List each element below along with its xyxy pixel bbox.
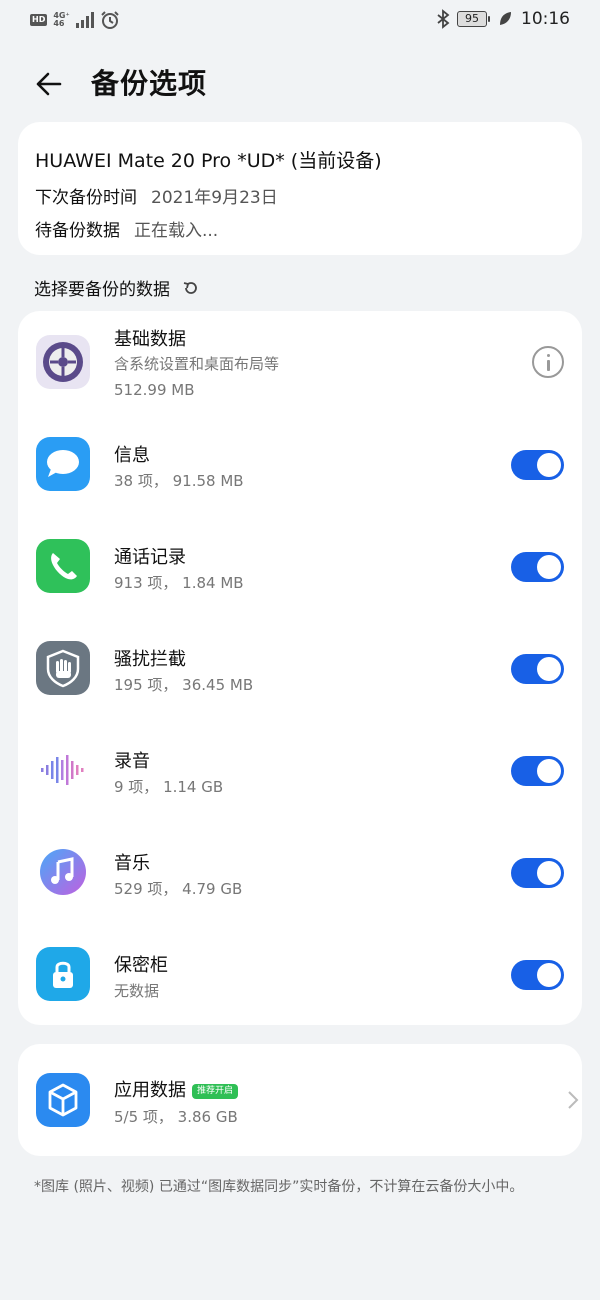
refresh-icon[interactable] bbox=[182, 279, 200, 297]
app-data-count-size: 5/5 项， 3.86 GB bbox=[114, 1108, 238, 1126]
item-title: 保密柜 bbox=[114, 955, 168, 976]
harassment-block-toggle[interactable] bbox=[511, 654, 564, 684]
item-description: 含系统设置和桌面布局等 bbox=[114, 355, 280, 373]
item-size: 512.99 MB bbox=[114, 381, 195, 399]
toggle-knob bbox=[537, 453, 561, 477]
alarm-icon bbox=[100, 11, 119, 29]
signal-icon bbox=[75, 12, 94, 28]
list-item-call-log[interactable]: 通话记录 913 项， 1.84 MB bbox=[18, 515, 582, 617]
app-data-item[interactable]: 应用数据 推荐开启 5/5 项， 3.86 GB bbox=[18, 1044, 582, 1156]
device-name: HUAWEI Mate 20 Pro *UD* (当前设备) bbox=[35, 150, 382, 172]
footnote: *图库 (照片、视频) 已通过“图库数据同步”实时备份，不计算在云备份大小中。 bbox=[34, 1179, 524, 1195]
item-title: 信息 bbox=[114, 445, 150, 466]
network-sub: 46 bbox=[53, 19, 65, 28]
toggle-knob bbox=[537, 759, 561, 783]
battery-indicator: 95 bbox=[457, 11, 490, 27]
cube-icon bbox=[36, 1073, 90, 1127]
lock-icon bbox=[36, 947, 90, 1001]
item-count-size: 913 项， 1.84 MB bbox=[114, 574, 244, 592]
toggle-knob bbox=[537, 555, 561, 579]
recordings-toggle[interactable] bbox=[511, 756, 564, 786]
section-title-text: 选择要备份的数据 bbox=[34, 280, 170, 300]
item-title: 基础数据 bbox=[114, 329, 186, 350]
toggle-knob bbox=[537, 657, 561, 681]
item-count-size: 529 项， 4.79 GB bbox=[114, 880, 243, 898]
settings-gear-icon bbox=[36, 335, 90, 389]
backup-data-list: 基础数据 含系统设置和桌面布局等 512.99 MB 信息 38 项， 91.5… bbox=[18, 311, 582, 1025]
status-bar: HD 4G⁺ 46 95 10:16 bbox=[0, 0, 600, 40]
back-button[interactable] bbox=[30, 64, 70, 104]
sound-wave-icon bbox=[36, 743, 90, 797]
device-card: HUAWEI Mate 20 Pro *UD* (当前设备) 下次备份时间 20… bbox=[18, 122, 582, 255]
item-title: 通话记录 bbox=[114, 547, 186, 568]
list-item-messages[interactable]: 信息 38 项， 91.58 MB bbox=[18, 413, 582, 515]
toggle-knob bbox=[537, 861, 561, 885]
page-title: 备份选项 bbox=[91, 67, 208, 100]
messages-toggle[interactable] bbox=[511, 450, 564, 480]
music-note-icon bbox=[36, 845, 90, 899]
chevron-right-icon bbox=[568, 1091, 579, 1109]
safe-toggle[interactable] bbox=[511, 960, 564, 990]
app-data-title: 应用数据 bbox=[114, 1080, 186, 1101]
item-status: 无数据 bbox=[114, 982, 160, 1000]
item-count-size: 38 项， 91.58 MB bbox=[114, 472, 244, 490]
list-item-harassment-block[interactable]: 骚扰拦截 195 项， 36.45 MB bbox=[18, 617, 582, 719]
pending-data-value: 正在载入... bbox=[134, 221, 219, 241]
status-left: HD 4G⁺ 46 bbox=[30, 10, 120, 30]
item-count-size: 9 项， 1.14 GB bbox=[114, 778, 224, 796]
phone-icon bbox=[36, 539, 90, 593]
section-title: 选择要备份的数据 bbox=[34, 275, 200, 300]
hd-badge: HD bbox=[30, 14, 48, 26]
recommended-badge: 推荐开启 bbox=[192, 1084, 239, 1099]
header: 备份选项 bbox=[0, 58, 600, 108]
next-backup-value: 2021年9月23日 bbox=[151, 188, 278, 208]
item-count-size: 195 项， 36.45 MB bbox=[114, 676, 254, 694]
clock: 10:16 bbox=[521, 9, 570, 29]
pending-data-label: 待备份数据 bbox=[35, 221, 120, 241]
status-right: 95 10:16 bbox=[436, 9, 570, 29]
item-title: 骚扰拦截 bbox=[114, 649, 186, 670]
item-title: 音乐 bbox=[114, 853, 150, 874]
next-backup-row: 下次备份时间 2021年9月23日 bbox=[35, 183, 565, 208]
toggle-knob bbox=[537, 963, 561, 987]
info-button[interactable] bbox=[532, 346, 564, 378]
call-log-toggle[interactable] bbox=[511, 552, 564, 582]
list-item-music[interactable]: 音乐 529 项， 4.79 GB bbox=[18, 821, 582, 923]
bluetooth-icon bbox=[437, 9, 450, 29]
pending-data-row: 待备份数据 正在载入... bbox=[35, 216, 565, 241]
list-item-recordings[interactable]: 录音 9 项， 1.14 GB bbox=[18, 719, 582, 821]
message-bubble-icon bbox=[36, 437, 90, 491]
next-backup-label: 下次备份时间 bbox=[35, 188, 137, 208]
music-toggle[interactable] bbox=[511, 858, 564, 888]
leaf-icon bbox=[500, 12, 511, 25]
app-data-title-row: 应用数据 推荐开启 bbox=[114, 1076, 239, 1102]
item-title: 录音 bbox=[114, 751, 150, 772]
list-item-basic-data[interactable]: 基础数据 含系统设置和桌面布局等 512.99 MB bbox=[18, 311, 582, 413]
hand-block-icon bbox=[36, 641, 90, 695]
network-label: 4G⁺ 46 bbox=[53, 12, 69, 28]
list-item-safe[interactable]: 保密柜 无数据 bbox=[18, 923, 582, 1025]
back-arrow-icon bbox=[36, 72, 62, 96]
